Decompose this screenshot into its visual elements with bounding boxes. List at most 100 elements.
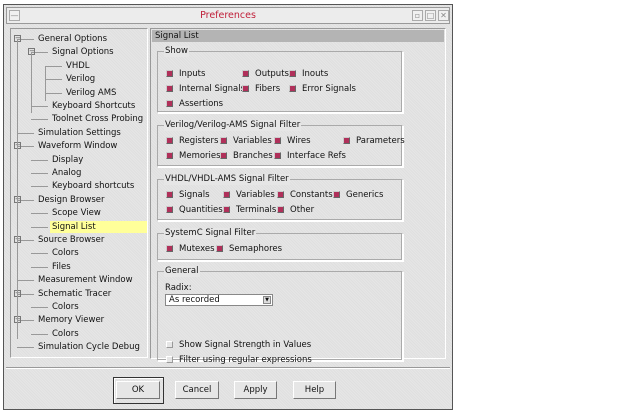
checkbox-label: Interface Refs (287, 151, 346, 161)
checkbox-label: Show Signal Strength in Values (179, 340, 312, 350)
checkbox-checked-icon (242, 85, 249, 92)
tree-item[interactable]: Keyboard Shortcuts (50, 100, 137, 112)
tree-item[interactable]: Design Browser (36, 194, 107, 206)
checkbox-checked-icon (166, 191, 173, 198)
tree-item[interactable]: Colors (50, 328, 81, 340)
checkbox-label: Mutexes (179, 244, 215, 254)
tree-item[interactable]: Colors (50, 247, 81, 259)
ok-button[interactable]: OK (116, 381, 160, 399)
checkbox-label: Semaphores (229, 244, 283, 254)
tree-connector (45, 79, 62, 81)
help-button[interactable]: Help (293, 381, 336, 399)
close-icon[interactable]: ✕ (438, 10, 449, 21)
checkbox[interactable]: Terminals (223, 205, 276, 216)
tree-item[interactable]: General Options (36, 33, 109, 45)
panel-title: Signal List (152, 30, 444, 42)
checkbox-checked-icon (242, 70, 249, 77)
checkbox[interactable]: Semaphores (216, 244, 282, 255)
checkbox[interactable]: Wires (274, 136, 311, 147)
checkbox-checked-icon (289, 85, 296, 92)
dropdown-arrow-icon[interactable]: ▼ (263, 296, 271, 304)
tree-connector (31, 53, 32, 113)
checkbox[interactable]: Error Signals (289, 84, 356, 95)
window-title: Preferences (200, 10, 256, 21)
tree-item[interactable]: Signal List (50, 220, 147, 233)
tree-item[interactable]: Schematic Tracer (36, 288, 113, 300)
group-show: Show Inputs Outputs Inouts Internal Signals F… (157, 46, 403, 113)
checkbox-label: Outputs (255, 69, 289, 79)
tree-item[interactable]: VHDL (64, 60, 92, 72)
tree-connector (31, 253, 48, 255)
signal-list-panel: Signal List Show Inputs Outputs Inouts Inter… (150, 28, 446, 365)
checkbox-unchecked-icon (166, 341, 173, 348)
checkbox-checked-icon (333, 191, 340, 198)
tree-item[interactable]: Files (50, 261, 73, 273)
checkbox[interactable]: Constants (277, 190, 333, 201)
tree-item[interactable]: Signal Options (50, 46, 116, 58)
checkbox-checked-icon (277, 191, 284, 198)
checkbox[interactable]: Parameters (343, 136, 405, 147)
checkbox[interactable]: Generics (333, 190, 383, 201)
tree-connector (17, 39, 18, 339)
tree-item[interactable]: Waveform Window (36, 140, 119, 152)
group-verilog-verilog-ams-signal-filter: Verilog/Verilog-AMS Signal Filter Registe… (157, 120, 405, 167)
checkbox-label: Fibers (255, 84, 281, 94)
checkbox[interactable]: Inputs (166, 69, 205, 80)
cancel-button[interactable]: Cancel (175, 381, 219, 399)
tree-item[interactable]: Keyboard shortcuts (50, 180, 136, 192)
tree-item[interactable]: Toolnet Cross Probing (50, 113, 145, 125)
checkbox[interactable]: Signals (166, 190, 210, 201)
tree-item[interactable]: Source Browser (36, 234, 106, 246)
tree-connector (31, 173, 48, 174)
checkbox[interactable]: Fibers (242, 84, 280, 95)
tree-item[interactable]: Verilog (64, 73, 97, 85)
checkbox-checked-icon (166, 245, 173, 252)
checkbox-checked-icon (277, 206, 284, 213)
checkbox[interactable]: Show Signal Strength in Values (166, 340, 311, 351)
tree-item[interactable]: Memory Viewer (36, 314, 106, 326)
checkbox-label: Terminals (236, 205, 277, 215)
checkbox-label: Assertions (179, 99, 224, 109)
tree-item[interactable]: Colors (50, 301, 81, 313)
tree-connector (17, 280, 34, 282)
checkbox[interactable]: Variables (220, 136, 272, 147)
tree-connector (45, 67, 46, 101)
tree-connector (31, 226, 48, 228)
checkbox-checked-icon (220, 137, 227, 144)
checkbox-checked-icon (166, 100, 173, 107)
checkbox-unchecked-icon (166, 356, 173, 363)
checkbox-label: Inouts (302, 69, 329, 79)
checkbox[interactable]: Interface Refs (274, 151, 346, 162)
tree-item[interactable]: Simulation Cycle Debug (36, 341, 142, 353)
tree-item[interactable]: Simulation Settings (36, 127, 123, 139)
checkbox[interactable]: Mutexes (166, 244, 215, 255)
checkbox[interactable]: Memories (166, 151, 221, 162)
checkbox[interactable]: Inouts (289, 69, 328, 80)
tree-item[interactable]: Scope View (50, 207, 103, 219)
apply-button[interactable]: Apply (234, 381, 277, 399)
checkbox[interactable]: Variables (223, 190, 275, 201)
minimize-icon[interactable]: ▫ (412, 10, 423, 21)
checkbox-checked-icon (223, 206, 230, 213)
checkbox[interactable]: Quantities (166, 205, 223, 216)
checkbox[interactable]: Outputs (242, 69, 289, 80)
checkbox-checked-icon (220, 152, 227, 159)
tree-item[interactable]: Measurement Window (36, 274, 135, 286)
checkbox[interactable]: Branches (220, 151, 273, 162)
checkbox[interactable]: Internal Signals (166, 84, 245, 95)
checkbox-checked-icon (166, 152, 173, 159)
radix-select[interactable]: As recorded ▼ (165, 294, 273, 306)
checkbox[interactable]: Registers (166, 136, 218, 147)
tree-item[interactable]: Display (50, 154, 85, 166)
checkbox-label: Registers (179, 136, 219, 146)
separator (6, 367, 450, 369)
checkbox-checked-icon (166, 85, 173, 92)
checkbox[interactable]: Assertions (166, 99, 223, 110)
tree-item[interactable]: Verilog AMS (64, 87, 118, 99)
checkbox[interactable]: Other (277, 205, 314, 216)
maximize-icon[interactable]: □ (425, 10, 436, 21)
tree-item[interactable]: Analog (50, 167, 83, 179)
checkbox[interactable]: Filter using regular expressions (166, 355, 312, 366)
checkbox-label: Parameters (356, 136, 405, 146)
checkbox-checked-icon (274, 137, 281, 144)
